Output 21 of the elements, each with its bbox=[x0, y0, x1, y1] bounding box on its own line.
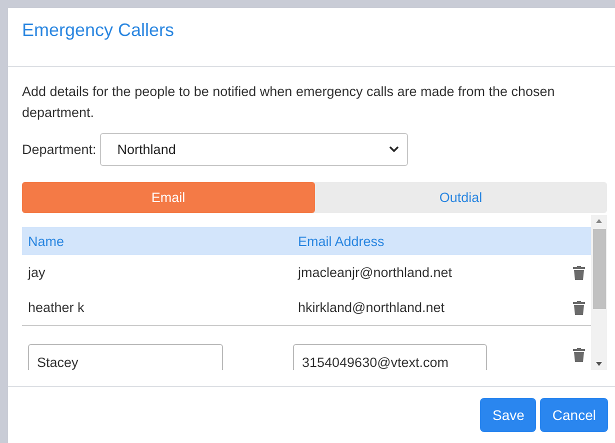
tab[interactable]: Outdial bbox=[314, 182, 607, 213]
chevron-down-icon bbox=[389, 146, 400, 153]
email-field[interactable]: 3154049630@vtext.com bbox=[293, 344, 487, 370]
table-cell-text: heather k bbox=[27, 300, 86, 315]
trash-icon[interactable] bbox=[573, 266, 585, 280]
column-header: Name bbox=[27, 234, 66, 248]
table-cell-text: hkirkland@northland.net bbox=[297, 300, 446, 315]
scrollbar[interactable] bbox=[591, 215, 607, 370]
department-label: Department: bbox=[22, 142, 96, 157]
tab[interactable]: Email bbox=[22, 182, 314, 213]
column-header: Email Address bbox=[297, 234, 386, 248]
department-dropdown[interactable]: Northland bbox=[100, 133, 408, 166]
trash-icon[interactable] bbox=[573, 348, 585, 362]
trash-icon[interactable] bbox=[573, 300, 585, 314]
description-text: Add details for the people to be notified when emergency calls are made from the chosen department. bbox=[22, 83, 556, 122]
name-field[interactable]: Stacey bbox=[28, 344, 223, 370]
table-cell-text: jmacleanjr@northland.net bbox=[296, 265, 454, 280]
table-cell-text: jay bbox=[26, 265, 46, 280]
dialog-button[interactable]: Save bbox=[480, 398, 536, 432]
dialog-button[interactable]: Cancel bbox=[540, 398, 608, 432]
dialog-title: Emergency Callers bbox=[22, 20, 174, 40]
